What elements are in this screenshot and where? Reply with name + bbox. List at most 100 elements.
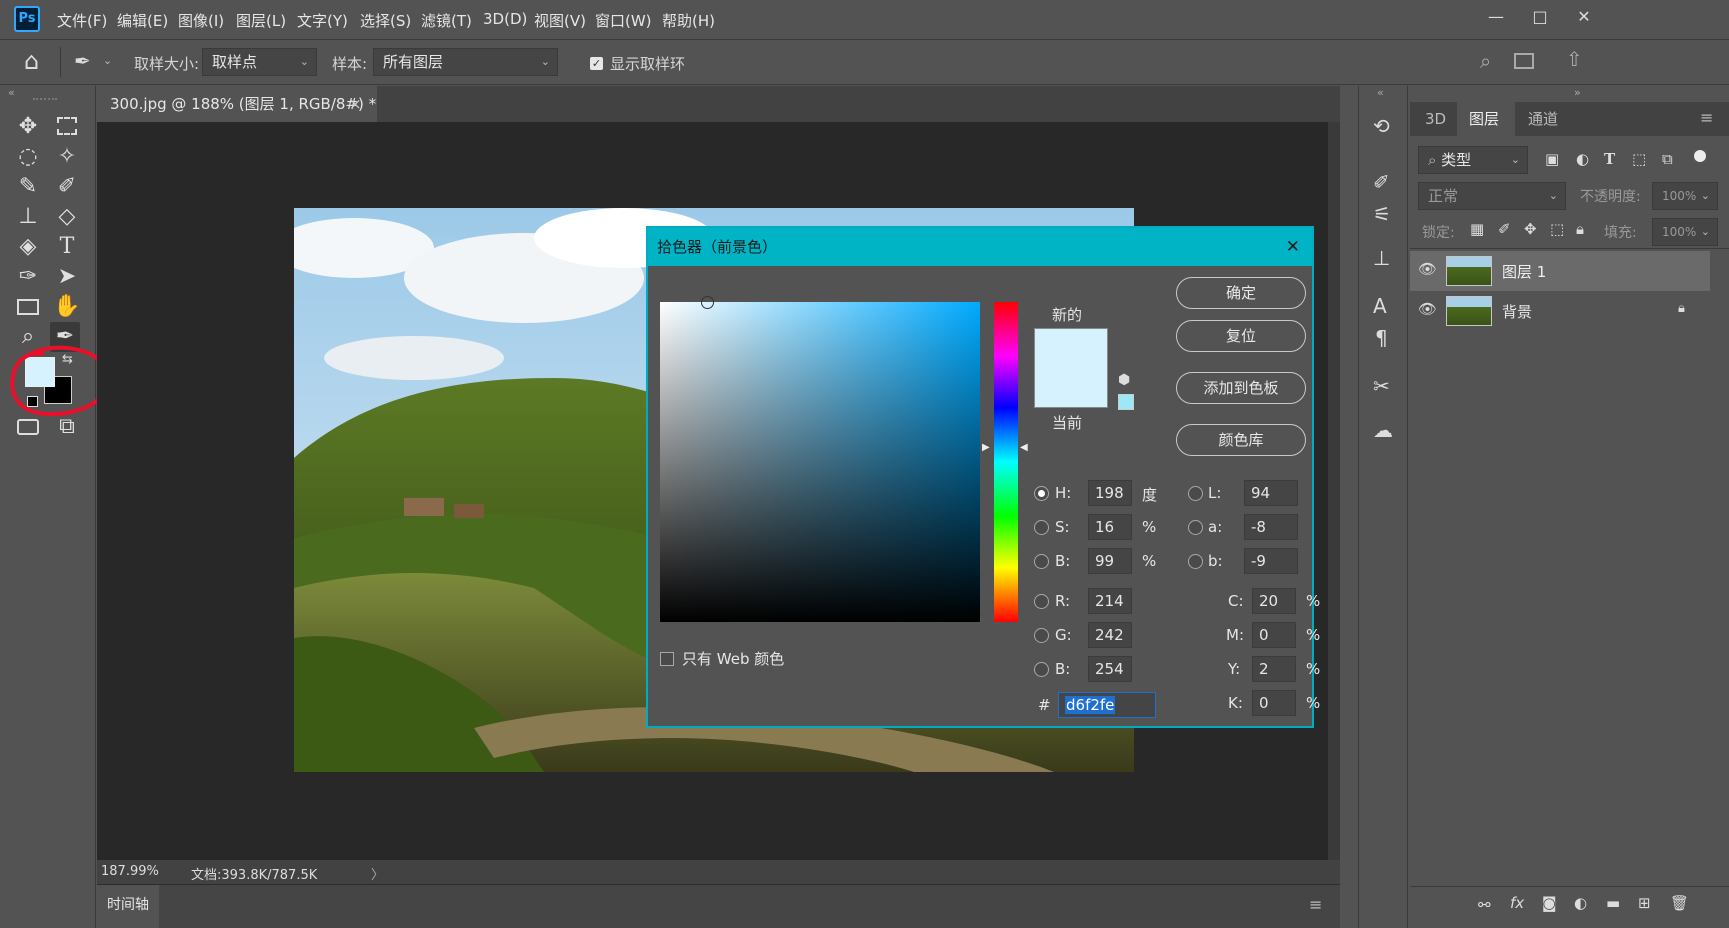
visibility-eye-icon[interactable]: 👁︎ xyxy=(1418,260,1437,278)
c-input[interactable]: 20 xyxy=(1252,588,1296,614)
tab-3d[interactable]: 3D xyxy=(1425,104,1446,134)
panel-menu-icon[interactable]: ≡ xyxy=(1309,895,1322,914)
fill-input[interactable]: 100% ⌄ xyxy=(1652,218,1718,246)
path-select-icon[interactable]: ➤ xyxy=(52,262,82,292)
collapse-icon[interactable]: « xyxy=(1377,86,1384,99)
web-colors-checkbox[interactable] xyxy=(660,652,674,666)
hue-arrow-left[interactable]: ▶ xyxy=(982,442,990,453)
layer-row-background[interactable]: 👁︎ 背景 🔒︎ xyxy=(1410,291,1710,331)
y-input[interactable]: 2 xyxy=(1252,656,1296,682)
delete-layer-icon[interactable]: 🗑︎ xyxy=(1670,894,1689,912)
adjustment-layer-icon[interactable]: ◐ xyxy=(1574,894,1587,912)
collapse-icon[interactable]: « xyxy=(8,86,15,99)
pen-tool-icon[interactable]: ✑ xyxy=(13,262,43,292)
a-input[interactable]: -8 xyxy=(1244,514,1298,540)
rectangle-tool-icon[interactable] xyxy=(13,292,43,322)
layer-name[interactable]: 图层 1 xyxy=(1502,261,1546,282)
ok-button[interactable]: 确定 xyxy=(1176,277,1306,309)
filter-smart-object-icon[interactable]: ⧉ xyxy=(1662,150,1673,168)
k-input[interactable]: 0 xyxy=(1252,690,1296,716)
lab-b-input[interactable]: -9 xyxy=(1244,548,1298,574)
menu-select[interactable]: 选择(S) xyxy=(360,10,411,31)
hand-tool-icon[interactable]: ✋ xyxy=(52,292,82,322)
type-tool-icon[interactable]: T xyxy=(52,232,82,262)
lock-artboard-icon[interactable]: ⬚ xyxy=(1550,220,1564,238)
color-field-cursor[interactable] xyxy=(701,296,714,309)
color-field[interactable] xyxy=(660,302,980,622)
chevron-down-icon[interactable]: ⌄ xyxy=(103,54,112,67)
blend-mode-select[interactable]: 正常 ⌄ xyxy=(1418,182,1566,210)
document-tab[interactable]: 300.jpg @ 188% (图层 1, RGB/8#) * × xyxy=(97,86,377,122)
g-input[interactable]: 242 xyxy=(1088,622,1132,648)
sample-size-select[interactable]: 取样点 ⌄ xyxy=(202,48,317,76)
fx-icon[interactable]: fx xyxy=(1510,894,1524,912)
close-tab-icon[interactable]: × xyxy=(349,86,362,122)
reset-button[interactable]: 复位 xyxy=(1176,320,1306,352)
l-input[interactable]: 94 xyxy=(1244,480,1298,506)
menu-filter[interactable]: 滤镜(T) xyxy=(421,10,472,31)
tab-channels[interactable]: 通道 xyxy=(1528,104,1558,134)
color-libraries-button[interactable]: 颜色库 xyxy=(1176,424,1306,456)
filter-adjustment-icon[interactable]: ◐ xyxy=(1576,150,1589,168)
lasso-tool-icon[interactable]: ◌ xyxy=(13,142,43,172)
hue-arrow-right[interactable]: ◀ xyxy=(1020,442,1028,453)
restore-button[interactable]: □ xyxy=(1522,4,1558,30)
move-tool-icon[interactable]: ✥ xyxy=(13,112,43,142)
new-group-icon[interactable]: ▬ xyxy=(1606,894,1620,912)
layer-name[interactable]: 背景 xyxy=(1502,301,1532,322)
share-icon[interactable]: ⇧ xyxy=(1566,47,1583,71)
layer-filter-select[interactable]: ⌕ 类型 ⌄ xyxy=(1418,146,1528,174)
lock-all-icon[interactable]: 🔒︎ xyxy=(1576,220,1584,238)
dialog-close-icon[interactable]: ✕ xyxy=(1286,228,1300,266)
stamp-tool-icon[interactable]: ⊥ xyxy=(13,202,43,232)
rgb-b-input[interactable]: 254 xyxy=(1088,656,1132,682)
lock-pixels-icon[interactable]: ✐ xyxy=(1498,220,1511,238)
s-input[interactable]: 16 xyxy=(1088,514,1132,540)
collapse-icon[interactable]: » xyxy=(1574,86,1581,99)
quick-mask-icon[interactable] xyxy=(13,412,43,442)
add-mask-icon[interactable]: ◙ xyxy=(1542,894,1557,912)
menu-edit[interactable]: 编辑(E) xyxy=(117,10,168,31)
m-input[interactable]: 0 xyxy=(1252,622,1296,648)
menu-image[interactable]: 图像(I) xyxy=(178,10,224,31)
zoom-level[interactable]: 187.99% xyxy=(101,864,159,879)
home-icon[interactable]: ⌂ xyxy=(24,47,39,75)
dialog-title-bar[interactable]: 拾色器（前景色） ✕ xyxy=(648,228,1312,266)
menu-help[interactable]: 帮助(H) xyxy=(662,10,715,31)
creative-cloud-icon[interactable]: ☁ xyxy=(1373,418,1393,442)
menu-file[interactable]: 文件(F) xyxy=(57,10,107,31)
eyedropper-tool-icon[interactable]: ✒ xyxy=(74,49,91,73)
grip-handle[interactable] xyxy=(33,98,57,100)
marquee-tool-icon[interactable] xyxy=(52,112,82,142)
character-icon[interactable]: A xyxy=(1373,294,1387,318)
menu-layer[interactable]: 图层(L) xyxy=(236,10,286,31)
lock-transparent-icon[interactable]: ▦ xyxy=(1470,220,1484,238)
layer-row-layer1[interactable]: 👁︎ 图层 1 xyxy=(1410,251,1710,291)
link-layers-icon[interactable]: ⚯ xyxy=(1478,896,1491,914)
r-input[interactable]: 214 xyxy=(1088,588,1132,614)
menu-3d[interactable]: 3D(D) xyxy=(483,10,527,28)
menu-type[interactable]: 文字(Y) xyxy=(297,10,348,31)
lock-position-icon[interactable]: ✥ xyxy=(1524,220,1537,238)
status-menu-arrow[interactable]: 〉 xyxy=(371,864,384,883)
filter-pixel-icon[interactable]: ▣ xyxy=(1545,150,1559,168)
rgb-b-radio[interactable] xyxy=(1034,662,1049,677)
workspace-icon[interactable] xyxy=(1514,53,1534,69)
b-input[interactable]: 99 xyxy=(1088,548,1132,574)
close-window-button[interactable]: ✕ xyxy=(1566,4,1602,30)
h-input[interactable]: 198 xyxy=(1088,480,1132,506)
screen-mode-icon[interactable]: ⧉ xyxy=(52,412,82,442)
eraser-tool-icon[interactable]: ◇ xyxy=(52,202,82,232)
adjustments-icon[interactable]: ⚟ xyxy=(1373,202,1391,226)
r-radio[interactable] xyxy=(1034,594,1049,609)
h-radio[interactable] xyxy=(1034,486,1049,501)
filter-shape-icon[interactable]: ⬚ xyxy=(1632,150,1646,168)
s-radio[interactable] xyxy=(1034,520,1049,535)
brush-settings-icon[interactable]: ✐ xyxy=(1373,170,1390,194)
current-color-swatch[interactable] xyxy=(1034,368,1108,408)
brush-tool-icon[interactable]: ✐ xyxy=(52,172,82,202)
l-radio[interactable] xyxy=(1188,486,1203,501)
panel-menu-icon[interactable]: ≡ xyxy=(1700,108,1713,127)
minimize-button[interactable]: — xyxy=(1478,4,1514,30)
cube-icon[interactable]: ⬢ xyxy=(1118,372,1130,388)
